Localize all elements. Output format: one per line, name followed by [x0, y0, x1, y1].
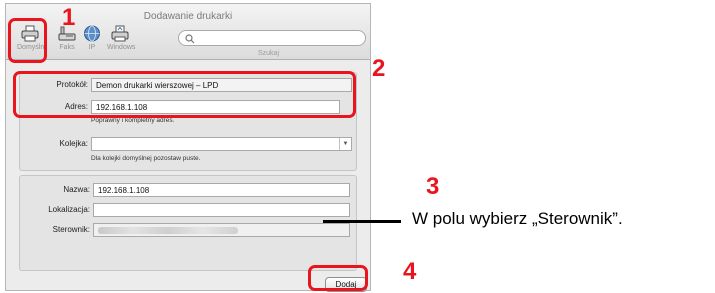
- driver-value-blurred: [98, 227, 238, 234]
- step2-highlight: [13, 71, 356, 118]
- search-caption: Szukaj: [258, 50, 280, 57]
- toolbar-ip-button[interactable]: IP: [79, 23, 105, 57]
- search-input[interactable]: [178, 30, 366, 46]
- name-label: Nazwa:: [63, 185, 90, 194]
- location-input[interactable]: [93, 203, 350, 217]
- queue-hint: Dla kolejki domyślnej pozostaw puste.: [91, 155, 201, 162]
- queue-combobox[interactable]: [91, 137, 352, 151]
- add-printer-dialog: Dodawanie drukarki Domyśln Faks IP Windo…: [5, 3, 371, 292]
- toolbar-fax-label: Faks: [59, 44, 75, 51]
- step1-highlight: [8, 18, 47, 63]
- step1-number: 1: [62, 4, 76, 31]
- toolbar-ip-label: IP: [88, 44, 96, 51]
- window-title: Dodawanie drukarki: [143, 11, 233, 22]
- printer-details-group: Nazwa: 192.168.1.108 Lokalizacja: Sterow…: [19, 175, 357, 271]
- globe-icon: [79, 25, 105, 42]
- toolbar-windows-button[interactable]: Windows: [107, 23, 136, 57]
- step3-number: 3: [426, 173, 440, 200]
- queue-dropdown-arrow-icon[interactable]: ▼: [339, 138, 351, 150]
- instruction-text: W polu wybierz „Sterownik”.: [412, 209, 623, 228]
- queue-label: Kolejka:: [59, 139, 88, 148]
- step2-number: 2: [372, 55, 386, 82]
- windows-printer-icon: [107, 25, 133, 42]
- name-input[interactable]: 192.168.1.108: [93, 183, 350, 197]
- toolbar: Dodawanie drukarki Domyśln Faks IP Windo…: [6, 4, 370, 60]
- driver-select[interactable]: [93, 223, 350, 237]
- driver-label: Sterownik:: [52, 225, 90, 234]
- location-label: Lokalizacja:: [48, 205, 90, 214]
- instruction-leader-line: [323, 220, 401, 223]
- toolbar-windows-label: Windows: [107, 44, 136, 51]
- step4-highlight: [308, 265, 368, 291]
- step4-number: 4: [403, 258, 417, 285]
- address-hint: Poprawny i kompletny adres.: [91, 117, 175, 124]
